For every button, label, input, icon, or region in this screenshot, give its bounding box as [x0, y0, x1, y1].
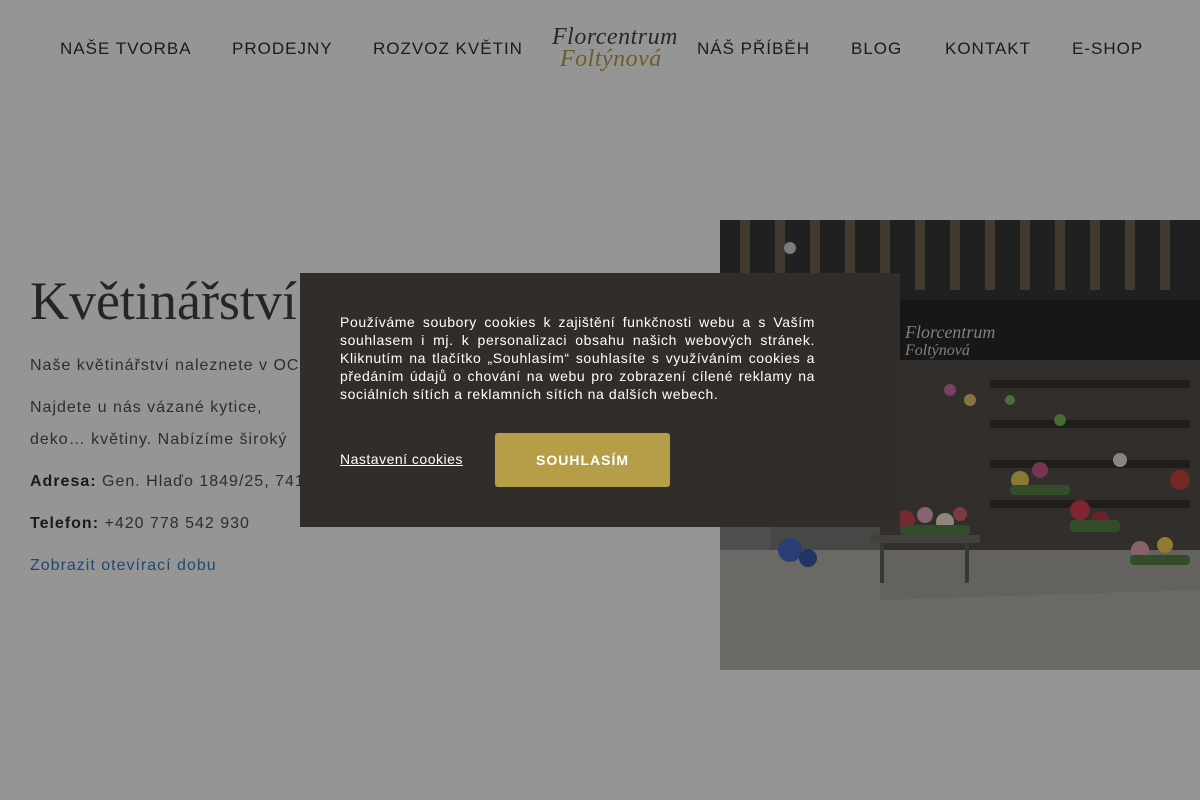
cookie-settings-link[interactable]: Nastavení cookies — [340, 451, 463, 467]
cookie-accept-button[interactable]: SOUHLASÍM — [495, 433, 670, 487]
cookie-consent-text: Používáme soubory cookies k zajištění fu… — [340, 314, 815, 402]
cookie-consent-dialog: Používáme soubory cookies k zajištění fu… — [300, 273, 900, 527]
